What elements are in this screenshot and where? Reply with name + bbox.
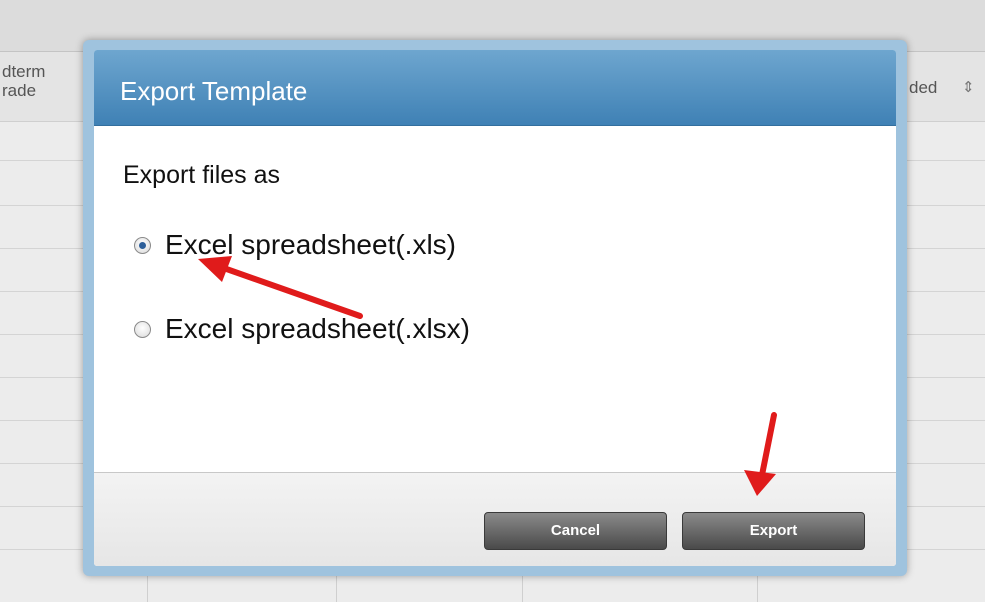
- option-xlsx[interactable]: Excel spreadsheet(.xlsx): [134, 313, 470, 345]
- column-header-midterm-grade[interactable]: dterm rade: [2, 62, 45, 100]
- radio-xlsx[interactable]: [134, 320, 151, 338]
- dialog-footer: Cancel Export: [94, 472, 896, 566]
- export-template-dialog: Export Template Export files as Excel sp…: [83, 40, 907, 576]
- dialog-body: Export files as Excel spreadsheet(.xls) …: [94, 126, 896, 472]
- dialog-header: Export Template: [94, 50, 896, 126]
- cancel-button[interactable]: Cancel: [484, 512, 667, 550]
- dialog-panel: Export Template Export files as Excel sp…: [94, 50, 896, 566]
- dialog-title: Export Template: [120, 76, 308, 106]
- radio-xls[interactable]: [134, 236, 151, 254]
- export-format-label: Export files as: [123, 161, 281, 189]
- export-button[interactable]: Export: [682, 512, 865, 550]
- option-xls-label[interactable]: Excel spreadsheet(.xls): [165, 229, 456, 261]
- sort-icon[interactable]: ⇕: [962, 78, 975, 96]
- option-xlsx-label[interactable]: Excel spreadsheet(.xlsx): [165, 313, 470, 345]
- option-xls[interactable]: Excel spreadsheet(.xls): [134, 229, 456, 261]
- column-header-graded[interactable]: ded: [909, 78, 937, 97]
